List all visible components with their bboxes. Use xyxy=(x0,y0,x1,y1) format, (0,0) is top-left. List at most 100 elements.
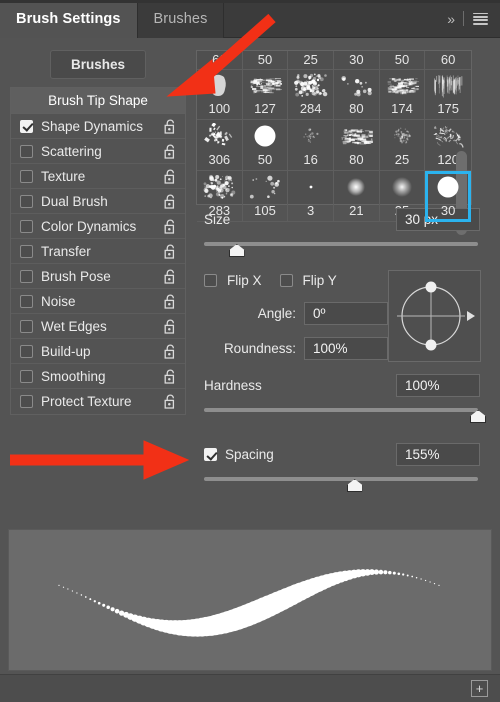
brush-size-label: 30 xyxy=(334,51,380,70)
flip-y-checkbox[interactable] xyxy=(279,274,293,287)
sidebar-item-checkbox[interactable] xyxy=(20,294,33,308)
brush-preset-cell[interactable]: 127 xyxy=(242,69,289,120)
brush-preset-cell[interactable]: 16 xyxy=(288,120,334,171)
sidebar-item-protect-texture[interactable]: Protect Texture xyxy=(11,389,185,414)
lock-open-icon[interactable] xyxy=(164,269,177,284)
lock-open-icon[interactable] xyxy=(164,244,177,259)
sidebar-item-shape-dynamics[interactable]: Shape Dynamics xyxy=(11,114,185,139)
brush-size-label: 284 xyxy=(299,101,322,116)
brush-thumbnail xyxy=(341,129,374,145)
lock-open-icon[interactable] xyxy=(164,169,177,184)
sidebar-item-brush-pose[interactable]: Brush Pose xyxy=(11,264,185,289)
lock-open-icon[interactable] xyxy=(164,169,177,184)
sidebar-item-checkbox[interactable] xyxy=(20,319,33,333)
sidebar-item-scattering[interactable]: Scattering xyxy=(11,139,185,164)
spacing-slider[interactable] xyxy=(204,474,478,494)
brushes-button[interactable]: Brushes xyxy=(49,50,147,79)
sidebar-item-brush-tip-shape[interactable]: Brush Tip Shape xyxy=(11,88,185,114)
brush-size-label: 50 xyxy=(379,51,426,70)
brush-preset-cell[interactable]: 306 xyxy=(197,120,243,171)
sidebar-item-build-up[interactable]: Build-up xyxy=(11,339,185,364)
brush-thumbnail xyxy=(203,174,236,199)
size-slider-track xyxy=(204,242,478,246)
sidebar-item-checkbox[interactable] xyxy=(20,144,33,158)
angle-input[interactable]: 0º xyxy=(304,302,388,325)
chevron-double-right-icon[interactable]: » xyxy=(447,11,455,27)
brush-thumbnail-wrap xyxy=(288,120,333,152)
lock-open-icon[interactable] xyxy=(164,369,177,384)
spacing-input[interactable]: 155% xyxy=(396,443,480,466)
sidebar-item-checkbox[interactable] xyxy=(20,194,33,208)
lock-open-icon[interactable] xyxy=(164,344,177,359)
flip-x-label: Flip X xyxy=(227,273,262,288)
brush-thumbnail-wrap xyxy=(197,120,242,152)
brush-preset-cell[interactable]: 174 xyxy=(379,69,426,120)
lock-open-icon[interactable] xyxy=(164,219,177,234)
lock-open-icon[interactable] xyxy=(164,394,177,409)
brush-thumbnail-wrap xyxy=(380,120,425,152)
lock-open-icon[interactable] xyxy=(164,369,177,384)
sidebar-item-label: Build-up xyxy=(41,343,91,359)
lock-open-icon[interactable] xyxy=(164,194,177,209)
brush-size-label: 60 xyxy=(197,51,243,70)
sidebar-item-checkbox[interactable] xyxy=(20,344,33,358)
lock-open-icon[interactable] xyxy=(164,319,177,334)
brush-preset-cell[interactable]: 100 xyxy=(197,69,243,120)
lock-open-icon[interactable] xyxy=(164,294,177,309)
brush-thumbnail-wrap xyxy=(243,120,288,152)
lock-open-icon[interactable] xyxy=(164,119,177,134)
panel-footer: + xyxy=(0,674,500,702)
brush-preset-cell[interactable]: 80 xyxy=(334,120,380,171)
sidebar-item-checkbox[interactable] xyxy=(20,169,33,183)
roundness-input[interactable]: 100% xyxy=(304,337,388,360)
lock-open-icon[interactable] xyxy=(164,119,177,134)
sidebar-item-transfer[interactable]: Transfer xyxy=(11,239,185,264)
sidebar-item-label: Brush Pose xyxy=(41,268,111,284)
plus-icon[interactable]: + xyxy=(471,680,488,697)
lock-open-icon[interactable] xyxy=(164,394,177,409)
brush-size-label: 25 xyxy=(288,51,334,70)
sidebar-item-texture[interactable]: Texture xyxy=(11,164,185,189)
flip-x-checkbox[interactable] xyxy=(204,274,217,287)
brush-thumbnail xyxy=(393,127,411,144)
tab-brush-settings[interactable]: Brush Settings xyxy=(0,0,138,38)
hamburger-menu-icon[interactable] xyxy=(473,12,488,25)
brush-preset-cell[interactable]: 25 xyxy=(379,120,426,171)
brush-preset-cell[interactable]: 284 xyxy=(288,69,334,120)
sidebar-item-checkbox[interactable] xyxy=(20,219,33,233)
angle-dial[interactable] xyxy=(388,270,481,362)
size-slider[interactable] xyxy=(204,239,478,259)
sidebar-item-checkbox[interactable] xyxy=(20,244,33,258)
flip-y-label: Flip Y xyxy=(302,273,337,288)
brush-settings-panel: Brush Settings Brushes » Brushes Brush T… xyxy=(0,0,500,702)
lock-open-icon[interactable] xyxy=(164,319,177,334)
brush-size-label: 174 xyxy=(391,101,413,116)
lock-open-icon[interactable] xyxy=(164,269,177,284)
panel-tab-bar: Brush Settings Brushes » xyxy=(0,0,500,38)
lock-open-icon[interactable] xyxy=(164,219,177,234)
sidebar-item-checkbox[interactable] xyxy=(20,369,33,383)
brush-preset-cell[interactable]: 80 xyxy=(334,69,380,120)
spacing-checkbox[interactable] xyxy=(204,448,217,461)
sidebar-item-checkbox[interactable] xyxy=(20,395,33,408)
sidebar-item-checkbox[interactable] xyxy=(20,119,33,133)
sidebar-item-dual-brush[interactable]: Dual Brush xyxy=(11,189,185,214)
lock-open-icon[interactable] xyxy=(164,294,177,309)
sidebar-item-noise[interactable]: Noise xyxy=(11,289,185,314)
sidebar-item-wet-edges[interactable]: Wet Edges xyxy=(11,314,185,339)
tab-brushes[interactable]: Brushes xyxy=(137,0,225,38)
brush-preset-grid[interactable]: 60 50 25 30 50 60 100 127 284 80 174 175 306 50 16 80 2… xyxy=(196,50,472,235)
lock-open-icon[interactable] xyxy=(164,194,177,209)
sidebar-item-color-dynamics[interactable]: Color Dynamics xyxy=(11,214,185,239)
sidebar-item-checkbox[interactable] xyxy=(20,269,33,283)
lock-open-icon[interactable] xyxy=(164,144,177,159)
lock-open-icon[interactable] xyxy=(164,244,177,259)
sidebar-item-smoothing[interactable]: Smoothing xyxy=(11,364,185,389)
brush-thumbnail xyxy=(210,74,227,96)
hardness-input[interactable]: 100% xyxy=(396,374,480,397)
lock-open-icon[interactable] xyxy=(164,144,177,159)
hardness-slider[interactable] xyxy=(204,405,486,425)
brush-preset-cell[interactable]: 50 xyxy=(242,120,289,171)
brush-preset-cell[interactable]: 30 xyxy=(425,171,471,222)
lock-open-icon[interactable] xyxy=(164,344,177,359)
